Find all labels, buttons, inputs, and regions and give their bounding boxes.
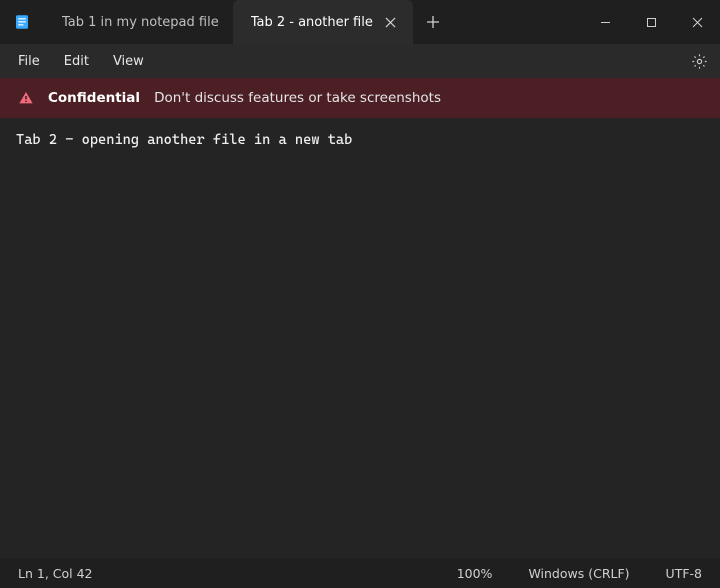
gear-icon [691, 53, 708, 70]
new-tab-button[interactable] [413, 0, 453, 44]
settings-button[interactable] [684, 46, 714, 76]
close-icon [385, 17, 396, 28]
tab-label: Tab 2 - another file [251, 15, 373, 30]
tab-2[interactable]: Tab 2 - another file [233, 0, 413, 44]
minimize-button[interactable] [582, 0, 628, 44]
minimize-icon [600, 17, 611, 28]
titlebar: Tab 1 in my notepad file Tab 2 - another… [0, 0, 720, 44]
menu-view[interactable]: View [101, 50, 156, 73]
app-icon [0, 0, 44, 44]
banner-title: Confidential [48, 90, 140, 106]
warning-icon [18, 90, 34, 106]
status-zoom[interactable]: 100% [439, 566, 511, 581]
close-icon [692, 17, 703, 28]
menubar: File Edit View [0, 44, 720, 78]
plus-icon [426, 15, 440, 29]
tab-close-button[interactable] [383, 14, 399, 30]
tab-label: Tab 1 in my notepad file [62, 15, 219, 30]
status-line-ending[interactable]: Windows (CRLF) [510, 566, 647, 581]
tab-1[interactable]: Tab 1 in my notepad file [44, 0, 233, 44]
status-encoding[interactable]: UTF-8 [648, 566, 702, 581]
notepad-icon [13, 13, 31, 31]
close-window-button[interactable] [674, 0, 720, 44]
banner-message: Don't discuss features or take screensho… [154, 90, 441, 106]
window-controls [582, 0, 720, 44]
tab-strip: Tab 1 in my notepad file Tab 2 - another… [44, 0, 413, 44]
statusbar: Ln 1, Col 42 100% Windows (CRLF) UTF-8 [0, 558, 720, 588]
menu-file[interactable]: File [6, 50, 52, 73]
confidential-banner: Confidential Don't discuss features or t… [0, 78, 720, 118]
text-editor[interactable]: Tab 2 - opening another file in a new ta… [0, 118, 720, 558]
status-position[interactable]: Ln 1, Col 42 [18, 566, 111, 581]
menu-edit[interactable]: Edit [52, 50, 101, 73]
titlebar-drag-region[interactable] [453, 0, 582, 44]
maximize-button[interactable] [628, 0, 674, 44]
maximize-icon [646, 17, 657, 28]
